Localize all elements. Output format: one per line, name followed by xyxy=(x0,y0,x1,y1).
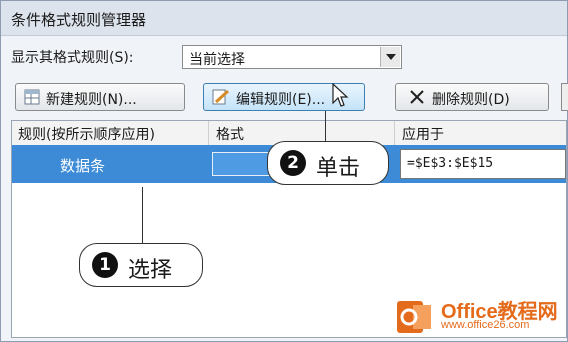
callout-number: 2 xyxy=(280,150,306,176)
delete-rule-label: 删除规则(D) xyxy=(432,92,510,108)
callout-number: 1 xyxy=(92,252,118,278)
rule-name: 数据条 xyxy=(60,157,106,175)
show-rules-label: 显示其格式规则(S): xyxy=(11,50,134,66)
applies-to-value: =$E$3:$E$15 xyxy=(407,156,494,171)
delete-rule-button[interactable]: 删除规则(D) xyxy=(395,83,549,111)
show-rules-value: 当前选择 xyxy=(189,52,245,68)
callout-click: 2 单击 xyxy=(267,141,389,185)
column-header-applies-to: 应用于 xyxy=(402,127,444,143)
show-rules-dropdown[interactable]: 当前选择 xyxy=(182,45,402,69)
watermark-url: www.office26.com xyxy=(441,319,530,331)
callout-text: 单击 xyxy=(316,156,361,181)
column-header-rule: 规则(按所示顺序应用) xyxy=(18,127,155,143)
new-rule-button[interactable]: 新建规则(N)... xyxy=(15,83,185,111)
edit-rule-label: 编辑规则(E)... xyxy=(236,92,326,108)
callout-text: 选择 xyxy=(128,258,173,283)
callout-select: 1 选择 xyxy=(79,243,203,287)
mouse-cursor-icon xyxy=(332,83,349,107)
close-icon xyxy=(410,90,424,104)
move-up-button[interactable] xyxy=(561,83,568,111)
dialog-title: 条件格式规则管理器 xyxy=(11,11,147,29)
callout-connector xyxy=(325,111,326,141)
conditional-format-rules-dialog: 条件格式规则管理器 显示其格式规则(S): 当前选择 新建规则(N)... 编辑… xyxy=(0,0,568,342)
edit-rule-icon xyxy=(212,89,230,105)
applies-to-field[interactable]: =$E$3:$E$15 xyxy=(400,149,566,179)
title-bar: 条件格式规则管理器 xyxy=(1,1,567,36)
callout-connector xyxy=(142,187,143,243)
watermark: Office教程网 www.office26.com xyxy=(393,295,563,339)
new-rule-icon xyxy=(24,89,40,105)
office-logo-icon xyxy=(397,301,431,333)
new-rule-label: 新建规则(N)... xyxy=(46,92,137,108)
chevron-down-icon[interactable] xyxy=(380,47,400,67)
column-header-format: 格式 xyxy=(216,127,244,143)
